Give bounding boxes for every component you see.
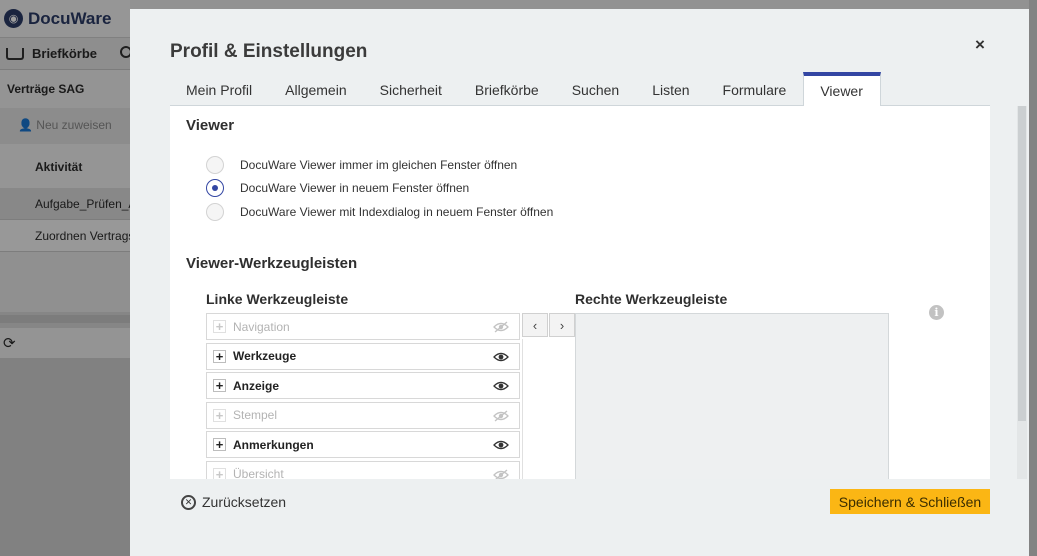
- vertical-scrollbar[interactable]: [1017, 106, 1027, 479]
- tab-suchen[interactable]: Suchen: [556, 72, 636, 106]
- radio-label: DocuWare Viewer mit Indexdialog in neuem…: [240, 205, 554, 219]
- radio-new-window[interactable]: DocuWare Viewer in neuem Fenster öffnen: [206, 179, 469, 197]
- tab-briefkoerbe[interactable]: Briefkörbe: [459, 72, 556, 106]
- dialog-title: Profil & Einstellungen: [170, 41, 368, 62]
- right-toolbar-title: Rechte Werkzeugleiste: [575, 291, 728, 307]
- close-icon[interactable]: ×: [975, 35, 985, 55]
- reset-label: Zurücksetzen: [202, 494, 287, 510]
- settings-tabs: Mein Profil Allgemein Sicherheit Briefkö…: [170, 72, 990, 107]
- move-right-button[interactable]: ›: [549, 313, 575, 337]
- eye-icon[interactable]: [493, 380, 509, 392]
- eye-off-icon[interactable]: [493, 321, 509, 333]
- toolbar-item-uebersicht[interactable]: + Übersicht: [206, 460, 520, 479]
- move-left-button[interactable]: ‹: [522, 313, 548, 337]
- radio-button[interactable]: [206, 203, 224, 221]
- eye-icon[interactable]: [493, 439, 509, 451]
- info-icon[interactable]: i: [929, 305, 944, 320]
- tab-viewer[interactable]: Viewer: [803, 72, 881, 107]
- plus-icon[interactable]: +: [213, 349, 226, 363]
- settings-dialog: Profil & Einstellungen × Mein Profil All…: [130, 9, 1029, 556]
- eye-off-icon[interactable]: [493, 410, 509, 422]
- save-close-button[interactable]: Speichern & Schließen: [830, 489, 990, 514]
- toolbar-item-label: Werkzeuge: [233, 349, 297, 364]
- viewer-settings-panel: Viewer DocuWare Viewer immer im gleichen…: [170, 106, 990, 479]
- toolbar-item-label: Stempel: [233, 408, 278, 423]
- tab-sicherheit[interactable]: Sicherheit: [364, 72, 459, 106]
- plus-icon[interactable]: +: [213, 379, 226, 393]
- plus-icon[interactable]: +: [213, 320, 226, 333]
- reset-button[interactable]: ✕ Zurücksetzen: [181, 494, 286, 510]
- radio-label: DocuWare Viewer in neuem Fenster öffnen: [240, 181, 470, 195]
- eye-icon[interactable]: [493, 351, 509, 363]
- tab-mein-profil[interactable]: Mein Profil: [170, 72, 269, 106]
- radio-index-dialog[interactable]: DocuWare Viewer mit Indexdialog in neuem…: [206, 203, 553, 221]
- reset-icon: ✕: [181, 494, 196, 510]
- plus-icon[interactable]: +: [213, 408, 226, 422]
- toolbar-item-label: Navigation: [233, 319, 290, 334]
- toolbar-item-label: Anzeige: [233, 378, 280, 393]
- right-toolbar-list[interactable]: [575, 313, 889, 479]
- radio-label: DocuWare Viewer immer im gleichen Fenste…: [240, 158, 518, 172]
- section-title-viewer: Viewer: [186, 117, 235, 134]
- radio-same-window[interactable]: DocuWare Viewer immer im gleichen Fenste…: [206, 156, 517, 174]
- left-toolbar-title: Linke Werkzeugleiste: [206, 291, 349, 307]
- section-title-toolbars: Viewer-Werkzeugleisten: [186, 255, 358, 272]
- toolbar-item-anzeige[interactable]: + Anzeige: [206, 372, 520, 400]
- toolbar-item-navigation[interactable]: + Navigation: [206, 313, 520, 340]
- tab-allgemein[interactable]: Allgemein: [269, 72, 363, 106]
- radio-button-selected[interactable]: [206, 179, 224, 197]
- tab-formulare[interactable]: Formulare: [707, 72, 804, 106]
- toolbar-item-anmerkungen[interactable]: + Anmerkungen: [206, 431, 520, 459]
- scrollbar-thumb[interactable]: [1018, 106, 1026, 421]
- left-toolbar-list: + Navigation + Werkzeuge + Anzeige + Ste…: [206, 313, 520, 479]
- plus-icon[interactable]: +: [213, 467, 226, 479]
- eye-off-icon[interactable]: [493, 469, 509, 479]
- toolbar-item-werkzeuge[interactable]: + Werkzeuge: [206, 342, 520, 370]
- toolbar-item-label: Anmerkungen: [233, 437, 314, 452]
- plus-icon[interactable]: +: [213, 438, 226, 452]
- toolbar-item-stempel[interactable]: + Stempel: [206, 401, 520, 429]
- toolbar-divider: [522, 339, 576, 479]
- tab-listen[interactable]: Listen: [636, 72, 706, 106]
- move-buttons: ‹ ›: [522, 313, 576, 341]
- toolbar-item-label: Übersicht: [233, 467, 284, 479]
- radio-button[interactable]: [206, 156, 224, 174]
